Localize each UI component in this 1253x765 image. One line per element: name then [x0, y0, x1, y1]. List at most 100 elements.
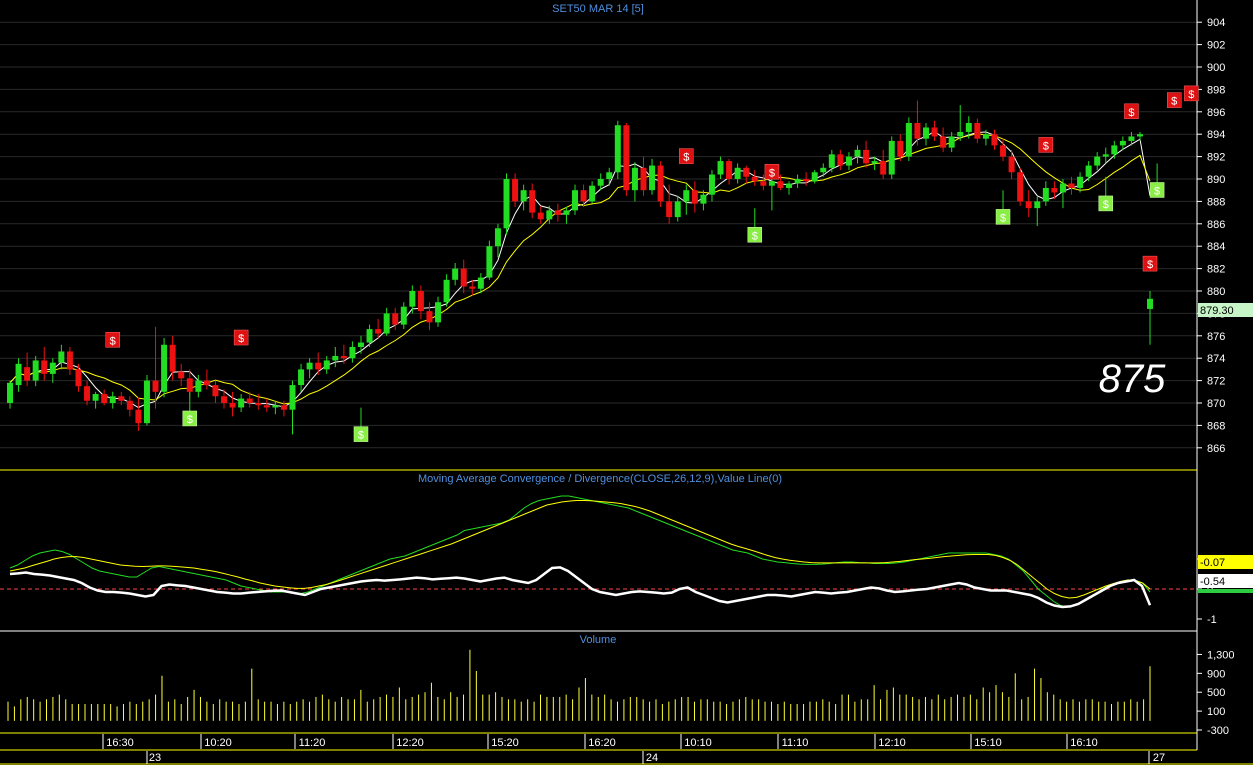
volume-tick-label: 900 [1207, 668, 1225, 680]
time-tick-label: 12:10 [878, 737, 906, 749]
candle-body [315, 362, 322, 370]
candle-body [1128, 136, 1135, 141]
candle-body [32, 360, 39, 381]
candle-body [888, 140, 895, 175]
candle-body [837, 154, 844, 166]
candle-body [734, 167, 741, 179]
candle-body [1077, 176, 1084, 188]
candle-body [263, 405, 270, 408]
candle-body [931, 127, 938, 137]
volume-axis: 1,300 900 500 100 -300 [1197, 649, 1235, 737]
candle-body [1094, 156, 1101, 166]
sell-signal-glyph: $ [1128, 107, 1134, 119]
candle-body [863, 149, 870, 164]
buy-signal-glyph: $ [752, 230, 758, 242]
candle-body [845, 156, 852, 166]
candle-body [101, 394, 108, 403]
price-tick-label: 904 [1207, 17, 1225, 29]
sell-signal-glyph: $ [1147, 259, 1153, 271]
macd-line [9, 495, 1151, 608]
candle-body [161, 344, 168, 392]
candle-body [811, 172, 818, 182]
price-tick-label: 868 [1207, 420, 1225, 432]
macd-tick-label: -1 [1207, 614, 1217, 626]
candle-body [520, 190, 527, 202]
candle-body [426, 311, 433, 323]
candle-body [1017, 172, 1024, 202]
candle-body [332, 355, 339, 361]
price-tick-label: 894 [1207, 129, 1225, 141]
sell-signal-glyph: $ [769, 167, 775, 179]
candle-body [674, 201, 681, 218]
candle-body [1025, 201, 1032, 209]
candle-body [529, 190, 536, 213]
candle-body [58, 351, 65, 363]
candle-body [143, 380, 150, 424]
price-tick-label: 876 [1207, 331, 1225, 343]
candle-body [512, 179, 519, 202]
sell-signal-glyph: $ [110, 335, 116, 347]
candle-body [683, 190, 690, 202]
time-tick-label: 15:20 [491, 737, 519, 749]
macd-value-badge: -0.07 [1198, 555, 1253, 569]
buy-signal-glyph: $ [358, 430, 364, 442]
candle-body [340, 355, 347, 359]
candle-body [1102, 154, 1109, 157]
candle-body [375, 329, 382, 334]
candle-body [255, 403, 262, 406]
price-tick-label: 870 [1207, 398, 1225, 410]
big-price-label: 875 [1099, 357, 1166, 401]
candle-body [1147, 298, 1153, 309]
candle-body [486, 246, 493, 278]
candle-body [66, 351, 73, 370]
candle-body [537, 212, 544, 220]
price-tick-label: 882 [1207, 264, 1225, 276]
histogram-value-text: -0.54 [1200, 576, 1225, 588]
date-label: 23 [149, 752, 161, 764]
price-tick-label: 872 [1207, 376, 1225, 388]
time-tick-label: 12:20 [396, 737, 424, 749]
volume-bars [7, 649, 1151, 721]
candle-body [786, 183, 793, 188]
buy-signal-glyph: $ [1154, 185, 1160, 197]
candle-body [443, 279, 450, 303]
candle-body [126, 400, 133, 410]
candle-body [1111, 145, 1118, 155]
candle-body [152, 380, 159, 392]
candle-body [84, 386, 91, 401]
candle-body [828, 154, 835, 168]
candle-body [409, 291, 416, 307]
candle-body [383, 313, 390, 334]
candle-body [905, 123, 912, 157]
stock-chart: SET50 MAR 14 [5] Moving Average Converge… [0, 0, 1253, 765]
candle-body [195, 380, 202, 392]
candle-body [49, 362, 56, 374]
candle-body [400, 306, 407, 325]
candlesticks [7, 100, 1153, 435]
macd-plot [0, 495, 1197, 609]
candle-body [914, 123, 921, 139]
candle-body [897, 140, 904, 157]
candle-body [469, 286, 476, 289]
candle-body [803, 179, 810, 182]
candle-body [452, 268, 459, 280]
sell-signal-glyph: $ [1171, 96, 1177, 108]
candle-body [614, 125, 621, 173]
macd-value-text: -0.07 [1200, 557, 1225, 569]
candle-body [820, 167, 827, 173]
price-tick-label: 890 [1207, 174, 1225, 186]
candle-body [922, 127, 929, 139]
candle-body [546, 210, 553, 220]
candle-body [631, 167, 638, 191]
candle-body [460, 268, 467, 287]
candle-body [349, 347, 356, 359]
candle-body [1085, 165, 1092, 177]
candle-body [109, 396, 116, 403]
candle-body [357, 342, 364, 347]
candle-body [1008, 156, 1015, 173]
price-tick-label: 874 [1207, 353, 1225, 365]
candle-body [503, 179, 510, 229]
time-tick-label: 10:20 [204, 737, 232, 749]
candle-body [229, 403, 236, 408]
signal-line [9, 500, 1151, 599]
